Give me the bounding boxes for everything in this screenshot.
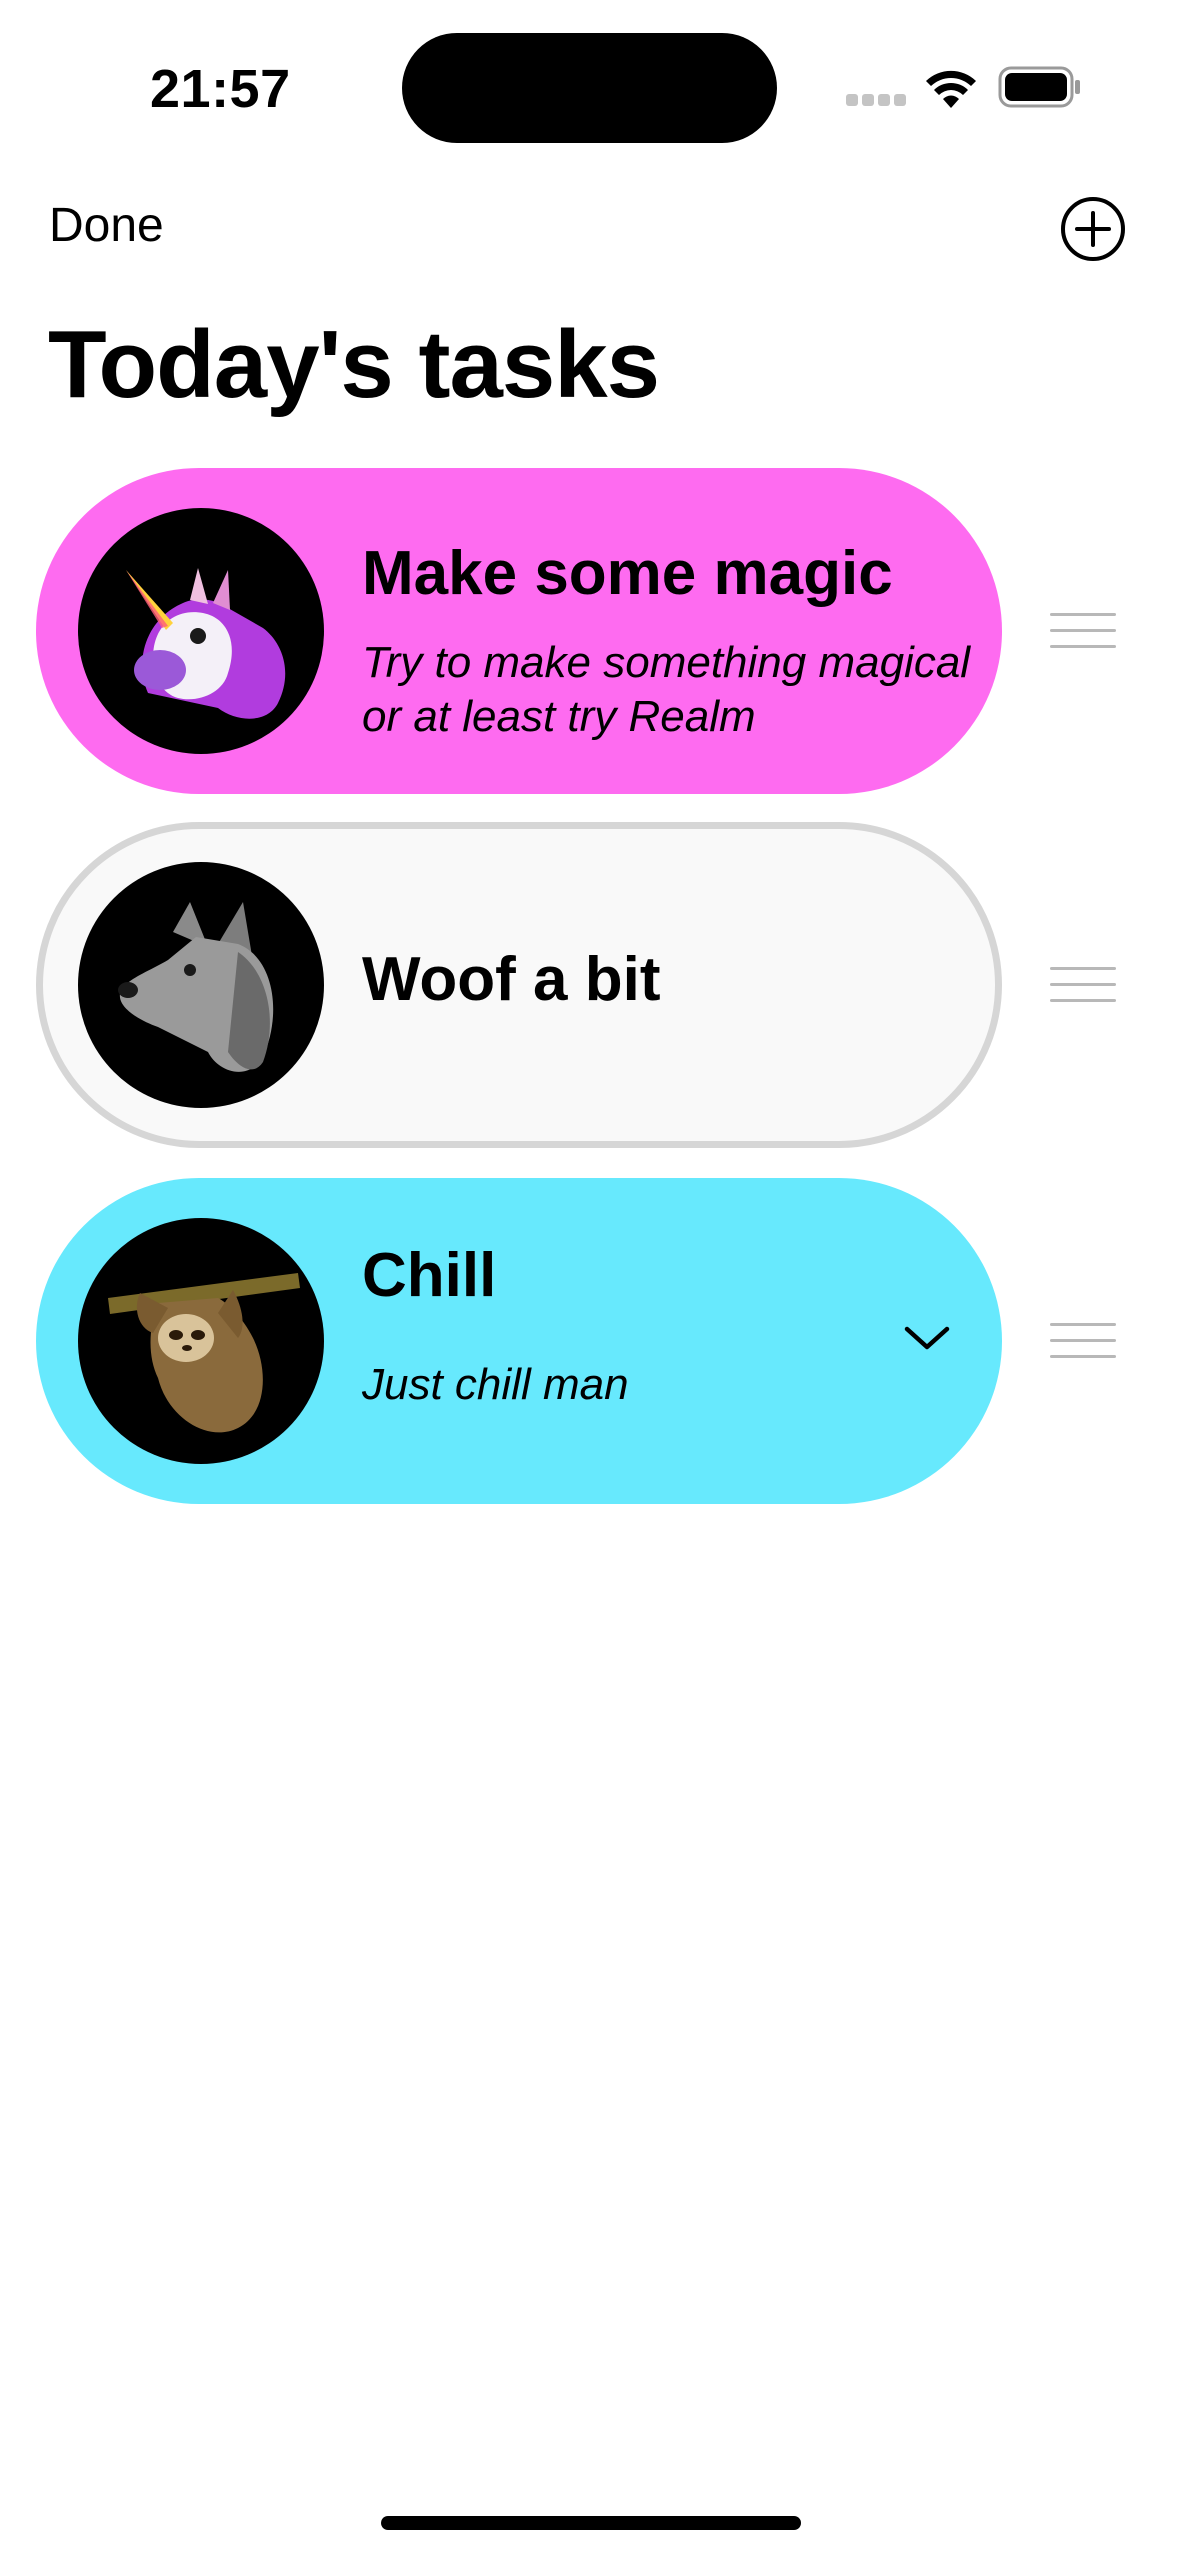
task-title: Woof a bit [362,945,661,1014]
home-indicator[interactable] [381,2516,801,2530]
page-title: Today's tasks [48,311,660,418]
battery-icon [998,66,1080,108]
task-title: Chill [362,1241,497,1310]
task-card[interactable]: Chill Just chill man [36,1178,1002,1504]
task-row: Make some magic Try to make something ma… [36,468,1179,794]
task-card[interactable]: Woof a bit [36,822,1002,1148]
task-row: Chill Just chill man [36,1178,1179,1504]
wolf-emoji-icon [118,902,274,1072]
done-button[interactable]: Done [49,198,164,253]
plus-circle-icon[interactable] [1060,196,1126,262]
status-time: 21:57 [150,59,291,119]
task-row: Woof a bit [36,822,1179,1148]
chevron-down-icon[interactable] [901,1321,953,1355]
dynamic-island [402,33,777,143]
drag-handle-icon[interactable] [1050,967,1116,1003]
wolf-avatar [78,862,324,1108]
status-bar: 21:57 [0,0,1179,180]
cellular-signal-icon [846,94,906,106]
drag-handle-icon[interactable] [1050,613,1116,649]
task-title: Make some magic [362,539,893,608]
drag-handle-icon[interactable] [1050,1323,1116,1359]
task-card[interactable]: Make some magic Try to make something ma… [36,468,1002,794]
unicorn-avatar [78,508,324,754]
sloth-avatar [78,1218,324,1464]
task-description: Just chill man [362,1360,629,1409]
unicorn-emoji-icon [126,568,286,719]
task-description: Try to make something magical or at leas… [362,638,971,741]
wifi-icon [926,70,976,108]
sloth-emoji-icon [108,1273,300,1433]
